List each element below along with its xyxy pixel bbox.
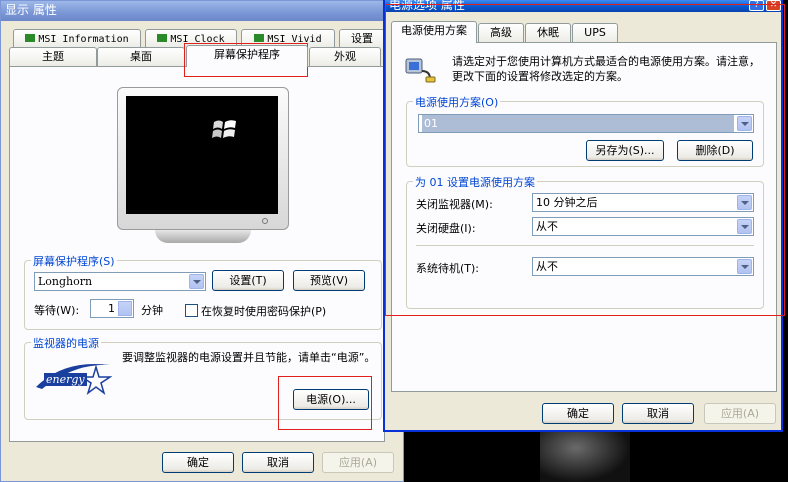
tab-label: MSI Vivid bbox=[267, 34, 322, 45]
window-title: 显示 属性 bbox=[5, 3, 57, 17]
harddisk-off-label: 关闭硬盘(I): bbox=[416, 222, 476, 235]
screensaver-settings-button[interactable]: 设置(T) bbox=[212, 270, 284, 291]
standby-select[interactable]: 从不 bbox=[532, 257, 754, 276]
harddisk-off-select[interactable]: 从不 bbox=[532, 217, 754, 236]
energy-logo-text: energy bbox=[44, 373, 87, 386]
chevron-down-icon[interactable] bbox=[737, 219, 752, 234]
button-label: 电源(O)... bbox=[306, 393, 356, 406]
scheme-select-value: 01 bbox=[422, 115, 734, 132]
tab-advanced[interactable]: 高级 bbox=[478, 23, 524, 43]
close-icon[interactable]: ✕ bbox=[766, 0, 781, 11]
tab-label: 外观 bbox=[334, 50, 356, 63]
tab-label: 休眠 bbox=[537, 26, 559, 39]
tab-appearance[interactable]: 外观 bbox=[309, 47, 381, 67]
wait-label: 等待(W): bbox=[34, 304, 80, 317]
tab-label: 屏幕保护程序 bbox=[214, 48, 280, 61]
tab-label: 主题 bbox=[42, 50, 64, 63]
scheme-group-label: 电源使用方案(O) bbox=[413, 94, 501, 110]
password-checkbox[interactable] bbox=[185, 304, 198, 317]
desktop-wallpaper-shape bbox=[540, 425, 630, 482]
tab-hibernate[interactable]: 休眠 bbox=[525, 23, 571, 43]
tab-settings[interactable]: 设置 bbox=[339, 29, 385, 49]
monitor-preview bbox=[117, 87, 289, 243]
monitor-off-select[interactable]: 10 分钟之后 bbox=[532, 193, 754, 212]
minutes-label: 分钟 bbox=[141, 304, 163, 317]
screensaver-group-label: 屏幕保护程序(S) bbox=[31, 253, 117, 269]
tab-power-schemes[interactable]: 电源使用方案 bbox=[391, 21, 477, 43]
spinner-arrows-icon[interactable] bbox=[118, 301, 132, 316]
button-label: 删除(D) bbox=[695, 144, 735, 157]
monitor-off-label: 关闭监视器(M): bbox=[416, 198, 493, 211]
button-label: 确定 bbox=[187, 456, 209, 469]
button-label: 取消 bbox=[647, 407, 669, 420]
button-label: 确定 bbox=[567, 407, 589, 420]
scheme-select[interactable]: 01 bbox=[418, 114, 754, 133]
windows-logo-icon bbox=[210, 117, 240, 143]
wait-spinner[interactable]: 1 bbox=[90, 299, 134, 318]
msi-icon bbox=[254, 34, 265, 42]
password-checkbox-label[interactable]: 在恢复时使用密码保护(P) bbox=[201, 303, 326, 319]
power-options-window: 电源选项 属性 ? ✕ 电源使用方案 高级 休眠 UPS 请选定对于您使用计算机… bbox=[383, 0, 783, 432]
standby-label: 系统待机(T): bbox=[416, 262, 480, 275]
standby-value: 从不 bbox=[536, 260, 558, 273]
power-cancel-button[interactable]: 取消 bbox=[622, 403, 694, 424]
button-label: 预览(V) bbox=[309, 274, 349, 287]
divider bbox=[416, 245, 754, 246]
tab-label: MSI Clock bbox=[170, 34, 225, 45]
screensaver-panel: 屏幕保护程序(S) Longhorn 设置(T) 预览(V) 等待(W): 1 … bbox=[9, 66, 385, 442]
tab-desktop[interactable]: 桌面 bbox=[97, 47, 185, 67]
msi-icon bbox=[25, 34, 36, 42]
scheme-settings-group-label: 为 01 设置电源使用方案 bbox=[413, 174, 537, 190]
tab-screensaver[interactable]: 屏幕保护程序 bbox=[186, 45, 308, 67]
tab-themes[interactable]: 主题 bbox=[9, 47, 97, 67]
tab-label: UPS bbox=[584, 26, 606, 39]
chevron-down-icon[interactable] bbox=[737, 116, 752, 131]
button-label: 设置(T) bbox=[229, 274, 267, 287]
display-apply-button[interactable]: 应用(A) bbox=[322, 452, 394, 473]
msi-icon bbox=[157, 34, 168, 42]
display-cancel-button[interactable]: 取消 bbox=[242, 452, 314, 473]
wait-spinner-value: 1 bbox=[108, 302, 115, 315]
power-description: 要调整监视器的电源设置并且节能，请单击“电源”。 bbox=[122, 351, 376, 364]
tab-label: 桌面 bbox=[130, 50, 152, 63]
tab-ups[interactable]: UPS bbox=[572, 23, 618, 43]
energy-star-logo: energy bbox=[34, 357, 113, 397]
monitor-stand bbox=[155, 230, 251, 243]
button-label: 另存为(S)... bbox=[595, 144, 655, 157]
display-ok-button[interactable]: 确定 bbox=[162, 452, 234, 473]
monitor-off-value: 10 分钟之后 bbox=[536, 196, 598, 209]
monitor-power-led bbox=[262, 218, 268, 224]
screensaver-preview-button[interactable]: 预览(V) bbox=[293, 270, 365, 291]
tab-label: MSI Information bbox=[38, 34, 129, 45]
chevron-down-icon[interactable] bbox=[737, 195, 752, 210]
window-title: 电源选项 属性 bbox=[389, 0, 465, 12]
harddisk-off-value: 从不 bbox=[536, 220, 558, 233]
power-ok-button[interactable]: 确定 bbox=[542, 403, 614, 424]
monitor-screen bbox=[126, 96, 278, 214]
button-label: 应用(A) bbox=[338, 456, 378, 469]
button-label: 应用(A) bbox=[720, 407, 760, 420]
delete-button[interactable]: 删除(D) bbox=[677, 140, 753, 161]
button-label: 取消 bbox=[267, 456, 289, 469]
screensaver-select-value: Longhorn bbox=[38, 275, 93, 288]
tab-label: 设置 bbox=[351, 32, 373, 45]
tab-label: 高级 bbox=[490, 26, 512, 39]
intro-text: 请选定对于您使用计算机方式最适合的电源使用方案。请注意，更改下面的设置将修改选定… bbox=[452, 55, 760, 83]
display-properties-titlebar[interactable]: 显示 属性 bbox=[1, 1, 403, 21]
save-as-button[interactable]: 另存为(S)... bbox=[586, 140, 664, 161]
power-plug-icon bbox=[404, 53, 438, 83]
tab-label: 电源使用方案 bbox=[401, 24, 467, 37]
power-options-titlebar[interactable]: 电源选项 属性 bbox=[385, 0, 781, 12]
chevron-down-icon[interactable] bbox=[737, 259, 752, 274]
display-properties-window: 显示 属性 MSI Information MSI Clock MSI Vivi… bbox=[0, 0, 404, 482]
power-button[interactable]: 电源(O)... bbox=[293, 389, 369, 410]
power-apply-button[interactable]: 应用(A) bbox=[704, 403, 776, 424]
screensaver-select[interactable]: Longhorn bbox=[34, 272, 206, 291]
power-schemes-panel: 请选定对于您使用计算机方式最适合的电源使用方案。请注意，更改下面的设置将修改选定… bbox=[391, 42, 777, 392]
tab-msi-information[interactable]: MSI Information bbox=[13, 29, 141, 49]
monitor-power-group-label: 监视器的电源 bbox=[31, 335, 101, 351]
chevron-down-icon[interactable] bbox=[189, 274, 204, 289]
help-icon[interactable]: ? bbox=[749, 0, 764, 11]
